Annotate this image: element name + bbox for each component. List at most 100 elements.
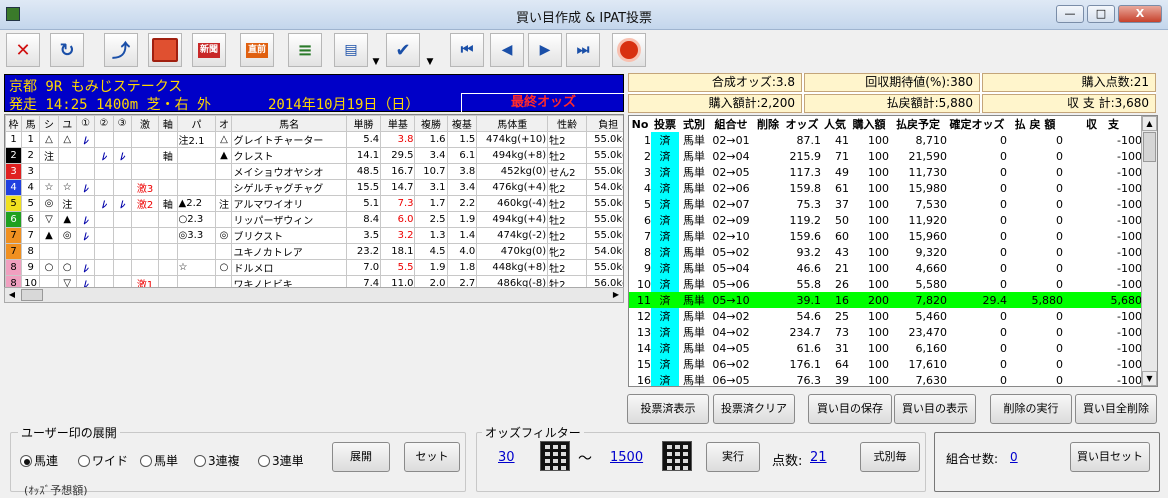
race-col-header[interactable]: 馬体重 [476, 115, 549, 132]
scroll-left-icon[interactable]: ◀ [5, 288, 19, 302]
race-col-header[interactable]: 性齢 [547, 115, 588, 132]
bet-col-header[interactable]: 投票 [651, 116, 679, 132]
odds-max-link[interactable]: 1500 [610, 450, 643, 465]
radio-option[interactable]: ワイド [78, 452, 128, 469]
calculator-min-icon[interactable] [540, 441, 570, 471]
scroll-down-icon[interactable]: ▼ [1142, 371, 1157, 386]
refresh-icon[interactable]: ↻ [50, 33, 84, 67]
horizontal-scrollbar[interactable]: ◀ ▶ [4, 287, 624, 303]
run-filter-button[interactable]: 実行 [706, 442, 760, 472]
race-col-header[interactable]: 負担 [586, 115, 623, 132]
next-icon[interactable]: ▶ [528, 33, 562, 67]
bet-col-header[interactable]: 削除 [753, 116, 783, 132]
newspaper-icon[interactable]: 新聞 [192, 33, 226, 67]
race-col-header[interactable]: 複勝 [414, 115, 448, 132]
bet-row[interactable]: 6 済馬単 02→09 119.2 50 100 11,920 0 0 -100 [629, 212, 1142, 228]
odds-min-link[interactable]: 30 [498, 450, 515, 465]
last-icon[interactable]: ⏭ [566, 33, 600, 67]
bet-col-header[interactable]: 払戻予定 [889, 116, 947, 132]
direct-info-icon[interactable]: 直前 [240, 33, 274, 67]
race-col-header[interactable]: 激 [130, 115, 160, 132]
race-col-header[interactable]: 馬名 [231, 115, 347, 132]
bet-col-header[interactable]: No [629, 116, 651, 132]
race-row[interactable]: 6 6 ▽ ▲ ﾚ ○2.3 リッパーザウィン 8.4 6.0 2.5 1.9 494kg(+4) 牡2… [5, 211, 623, 228]
bet-col-header[interactable]: 払 戻 額 [1007, 116, 1063, 132]
race-col-header[interactable]: パ [176, 115, 217, 132]
speedometer-icon[interactable] [612, 33, 646, 67]
calculator-max-icon[interactable] [662, 441, 692, 471]
return-icon[interactable]: ⤴ [104, 33, 138, 67]
radio-option[interactable]: 3連単 [258, 452, 304, 469]
race-row[interactable]: 4 4 ☆ ☆ ﾚ激3 シゲルチャグチャグ 15.5 14.7 3.1 3.4 476kg(+4) 牝… [5, 179, 623, 196]
race-col-header[interactable]: ① [75, 115, 96, 132]
vertical-scrollbar[interactable]: ▲ ▼ [1141, 116, 1157, 386]
bet-col-header[interactable]: 式別 [679, 116, 709, 132]
race-col-header[interactable]: 枠 [5, 115, 23, 132]
race-row[interactable]: 1 1 △ △ ﾚ注2.1 △ グレイトチャーター 5.4 3.8 1.6 1.5 474kg(+10… [5, 131, 623, 148]
bet-col-header[interactable]: 購入額 [849, 116, 889, 132]
bet-col-header[interactable]: 収 支 [1063, 116, 1142, 132]
vertical-scroll-thumb[interactable] [1143, 132, 1156, 162]
by-type-button[interactable]: 式別毎 [860, 442, 920, 472]
race-col-header[interactable]: オ [215, 115, 233, 132]
document-icon[interactable]: ▤ [334, 33, 368, 67]
race-row[interactable]: 5 5 ◎ 注ﾚﾚ激2 軸 ▲2.2 注アルマワイオリ 5.1 7.3 1.7 2.2 460kg(-… [5, 195, 623, 212]
odds-board-icon[interactable] [148, 33, 182, 67]
bet-row[interactable]: 5 済馬単 02→07 75.3 37 100 7,530 0 0 -100 [629, 196, 1142, 212]
race-row[interactable]: 89○○ﾚ☆○ドルメロ7.05.51.91.8448kg(+8)牡255.0kg… [5, 259, 623, 276]
set-bets-button[interactable]: 買い目セット [1070, 442, 1150, 472]
set-marks-button[interactable]: セット [404, 442, 460, 472]
bet-row[interactable]: 11 済馬単 05→10 39.1 16 200 7,820 29.4 5,880 5,680 [629, 292, 1142, 308]
first-icon[interactable]: ⏮ [450, 33, 484, 67]
radio-button-icon[interactable] [78, 454, 90, 467]
race-row[interactable]: 7 7 ▲ ◎ ﾚ ◎3.3 ◎ ブリクスト 3.5 3.2 1.3 1.4 474kg(-2) 牡2 55… [5, 227, 623, 244]
bet-row[interactable]: 3 済馬単 02→05 117.3 49 100 11,730 0 0 -100 [629, 164, 1142, 180]
ranking-list-icon[interactable]: ≡ [288, 33, 322, 67]
bet-row[interactable]: 14 済馬単 04→05 61.6 31 100 6,160 0 0 -100 [629, 340, 1142, 356]
radio-button-icon[interactable] [140, 454, 152, 467]
maximize-button[interactable]: □ [1087, 5, 1115, 23]
show-bets-button[interactable]: 買い目の表示 [894, 394, 976, 424]
minimize-button[interactable]: — [1056, 5, 1084, 23]
race-col-header[interactable]: 軸 [158, 115, 178, 132]
race-col-header[interactable]: 馬 [21, 115, 41, 132]
race-col-header[interactable]: シ [39, 115, 59, 132]
close-window-button[interactable]: X [1118, 5, 1162, 23]
combination-count[interactable]: 0 [1010, 450, 1018, 464]
bet-row[interactable]: 1 済馬単 02→01 87.1 41 100 8,710 0 0 -100 [629, 132, 1142, 148]
bet-row[interactable]: 12 済馬単 04→02 54.6 25 100 5,460 0 0 -100 [629, 308, 1142, 324]
scroll-up-icon[interactable]: ▲ [1142, 116, 1157, 131]
save-bets-button[interactable]: 買い目の保存 [808, 394, 892, 424]
bet-col-header[interactable]: 組合せ [709, 116, 753, 132]
race-row[interactable]: 3 3 メイショウオヤシオ 48.5 16.7 10.7 3.8 452kg(0) せん2 55.… [5, 163, 623, 180]
race-col-header[interactable]: 単基 [380, 115, 416, 132]
bet-row[interactable]: 2 済馬単 02→04 215.9 71 100 21,590 0 0 -100 [629, 148, 1142, 164]
race-row[interactable]: 78ユキノカトレア23.218.14.54.0470kg(0)牝254.0kg四… [5, 243, 623, 260]
bet-row[interactable]: 4 済馬単 02→06 159.8 61 100 15,980 0 0 -100 [629, 180, 1142, 196]
bet-row[interactable]: 9 済馬単 05→04 46.6 21 100 4,660 0 0 -100 [629, 260, 1142, 276]
scroll-thumb[interactable] [21, 289, 43, 301]
radio-option[interactable]: 馬連 [20, 452, 58, 469]
bet-row[interactable]: 16 済馬単 06→05 76.3 39 100 7,630 0 0 -100 [629, 372, 1142, 386]
radio-option[interactable]: 3連複 [194, 452, 240, 469]
expand-button[interactable]: 展開 [332, 442, 390, 472]
bet-row[interactable]: 15 済馬単 06→02 176.1 64 100 17,610 0 0 -100 [629, 356, 1142, 372]
bet-row[interactable]: 7 済馬単 02→10 159.6 60 100 15,960 0 0 -100 [629, 228, 1142, 244]
bet-col-header[interactable]: オッズ [783, 116, 821, 132]
vote-check-icon[interactable]: ✔ [386, 33, 420, 67]
prev-icon[interactable]: ◀ [490, 33, 524, 67]
bet-row[interactable]: 13 済馬単 04→02 234.7 73 100 23,470 0 0 -100 [629, 324, 1142, 340]
bet-col-header[interactable]: 確定オッズ [947, 116, 1007, 132]
race-col-header[interactable]: 複基 [446, 115, 478, 132]
scroll-right-icon[interactable]: ▶ [609, 288, 623, 302]
bet-row[interactable]: 10 済馬単 05→06 55.8 26 100 5,580 0 0 -100 [629, 276, 1142, 292]
race-col-header[interactable]: 単勝 [345, 115, 382, 132]
bet-col-header[interactable]: 人気 [821, 116, 849, 132]
close-icon[interactable]: ✕ [6, 33, 40, 67]
radio-button-icon[interactable] [258, 454, 270, 467]
race-col-header[interactable]: ユ [57, 115, 77, 132]
race-col-header[interactable]: ② [94, 115, 114, 132]
voted-clear-button[interactable]: 投票済クリア [713, 394, 795, 424]
execute-delete-button[interactable]: 削除の実行 [990, 394, 1072, 424]
bet-row[interactable]: 8 済馬単 05→02 93.2 43 100 9,320 0 0 -100 [629, 244, 1142, 260]
